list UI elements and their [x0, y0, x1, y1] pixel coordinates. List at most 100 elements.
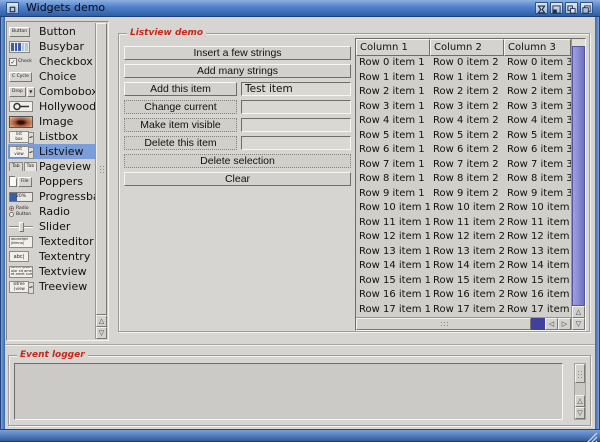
table-cell[interactable]: Row 6 item 1: [356, 143, 430, 158]
make-item-visible-button[interactable]: Make item visible: [124, 118, 237, 132]
resize-gadget[interactable]: [582, 429, 598, 440]
titlebar[interactable]: Widgets demo: [0, 0, 600, 17]
table-cell[interactable]: Row 10 item 2: [430, 201, 504, 216]
event-logger-scrollbar[interactable]: △ ▽: [574, 363, 586, 420]
event-logger-scroll-thumb[interactable]: [575, 364, 585, 383]
sidebar-item-checkbox[interactable]: ✓CheckCheckbox: [8, 54, 96, 69]
table-cell[interactable]: Row 0 item 2: [430, 56, 504, 71]
table-cell[interactable]: Row 3 item 2: [430, 100, 504, 115]
table-cell[interactable]: Row 17 item 1: [356, 303, 430, 318]
sidebar-item-listview[interactable]: listview▴▾Listview: [8, 144, 96, 159]
table-cell[interactable]: Row 3 item 1: [356, 100, 430, 115]
add-this-item-entry[interactable]: [241, 82, 351, 96]
event-logger-scroll-track[interactable]: [575, 364, 585, 395]
table-cell[interactable]: Row 8 item 3: [504, 172, 571, 187]
sidebar-item-poppers[interactable]: FilePoppers: [8, 174, 96, 189]
iconify-gadget[interactable]: [535, 2, 548, 14]
window-border-bottom[interactable]: [0, 429, 600, 442]
sidebar-item-texteditor[interactable]: abcdefghijklmno|Texteditor: [8, 234, 96, 249]
sidebar-item-combobox[interactable]: Drop▼Combobox: [8, 84, 96, 99]
table-cell[interactable]: Row 0 item 3: [504, 56, 571, 71]
change-current-entry[interactable]: [241, 100, 351, 114]
make-item-visible-entry[interactable]: [241, 118, 351, 132]
widget-list-scroll-up-button[interactable]: △: [96, 315, 107, 327]
snapshot-gadget[interactable]: [550, 2, 563, 14]
table-cell[interactable]: Row 4 item 2: [430, 114, 504, 129]
change-current-button[interactable]: Change current: [124, 100, 237, 114]
table-cell[interactable]: Row 16 item 1: [356, 288, 430, 303]
listview-hscroll-track[interactable]: [531, 318, 545, 330]
table-cell[interactable]: Row 11 item 2: [430, 216, 504, 231]
table-cell[interactable]: Row 7 item 2: [430, 158, 504, 173]
close-gadget[interactable]: [6, 2, 19, 14]
table-cell[interactable]: Row 6 item 3: [504, 143, 571, 158]
table-cell[interactable]: Row 1 item 1: [356, 71, 430, 86]
sidebar-item-busybar[interactable]: Busybar: [8, 39, 96, 54]
table-cell[interactable]: Row 12 item 1: [356, 230, 430, 245]
depth-gadget[interactable]: [580, 2, 593, 14]
event-logger-scroll-up-button[interactable]: △: [575, 395, 585, 407]
widget-list-scroll-thumb[interactable]: [96, 23, 107, 315]
table-cell[interactable]: Row 9 item 3: [504, 187, 571, 202]
table-cell[interactable]: Row 7 item 1: [356, 158, 430, 173]
table-cell[interactable]: Row 13 item 1: [356, 245, 430, 260]
table-cell[interactable]: Row 5 item 2: [430, 129, 504, 144]
event-logger-scroll-down-button[interactable]: ▽: [575, 407, 585, 419]
sidebar-item-treeview[interactable]: ⊞tree├view▴▾Treeview: [8, 279, 96, 294]
widget-list-scroll-down-button[interactable]: ▽: [96, 327, 107, 339]
listview-vscrollbar[interactable]: △ ▽: [571, 39, 585, 330]
clear-button[interactable]: Clear: [124, 172, 351, 186]
table-cell[interactable]: Row 14 item 3: [504, 259, 571, 274]
table-cell[interactable]: Row 13 item 2: [430, 245, 504, 260]
table-cell[interactable]: Row 3 item 3: [504, 100, 571, 115]
table-cell[interactable]: Row 12 item 3: [504, 230, 571, 245]
insert-a-few-strings-button[interactable]: Insert a few strings: [124, 46, 351, 60]
delete-this-item-button[interactable]: Delete this item: [124, 136, 237, 150]
listview-scroll-up-button[interactable]: △: [572, 306, 585, 318]
sidebar-item-listbox[interactable]: listbox▴▾Listbox: [8, 129, 96, 144]
table-cell[interactable]: Row 8 item 2: [430, 172, 504, 187]
table-cell[interactable]: Row 10 item 1: [356, 201, 430, 216]
table-cell[interactable]: Row 2 item 1: [356, 85, 430, 100]
column-header-3[interactable]: Column 3: [504, 39, 571, 56]
table-cell[interactable]: Row 15 item 2: [430, 274, 504, 289]
table-cell[interactable]: Row 8 item 1: [356, 172, 430, 187]
listview-scroll-down-button[interactable]: ▽: [572, 318, 585, 330]
listview-hscroll-thumb[interactable]: [356, 318, 531, 330]
table-cell[interactable]: Row 16 item 3: [504, 288, 571, 303]
table-cell[interactable]: Row 7 item 3: [504, 158, 571, 173]
listview-vscroll-track[interactable]: [572, 39, 585, 306]
add-this-item-button[interactable]: Add this item: [124, 82, 237, 96]
sidebar-item-button[interactable]: ButtonButton: [8, 24, 96, 39]
table-cell[interactable]: Row 1 item 2: [430, 71, 504, 86]
widget-list-scroll-track[interactable]: [96, 23, 107, 315]
widget-list-scrollbar[interactable]: △ ▽: [95, 23, 107, 339]
table-cell[interactable]: Row 2 item 2: [430, 85, 504, 100]
sidebar-item-hollywood[interactable]: Hollywood: [8, 99, 96, 114]
sidebar-item-textentry[interactable]: abc|Textentry: [8, 249, 96, 264]
table-cell[interactable]: Row 14 item 1: [356, 259, 430, 274]
table-cell[interactable]: Row 10 item 3: [504, 201, 571, 216]
add-many-strings-button[interactable]: Add many strings: [124, 64, 351, 78]
zoom-gadget[interactable]: [565, 2, 578, 14]
sidebar-item-pageview[interactable]: TabTabPageview: [8, 159, 96, 174]
sidebar-item-choice[interactable]: C CycleChoice: [8, 69, 96, 84]
listview-scroll-right-button[interactable]: ▷: [558, 318, 571, 330]
listview-scroll-left-button[interactable]: ◁: [545, 318, 558, 330]
table-cell[interactable]: Row 5 item 1: [356, 129, 430, 144]
sidebar-item-textview[interactable]: lorem ipsum dolor sit ametet amet sumTex…: [8, 264, 96, 279]
listview-vscroll-thumb[interactable]: [572, 46, 585, 306]
delete-selection-button[interactable]: Delete selection: [124, 154, 351, 168]
table-cell[interactable]: Row 1 item 3: [504, 71, 571, 86]
column-header-1[interactable]: Column 1: [356, 39, 430, 56]
event-logger-view[interactable]: [14, 363, 563, 420]
sidebar-item-progressbar[interactable]: 20%Progressbar: [8, 189, 96, 204]
table-cell[interactable]: Row 5 item 3: [504, 129, 571, 144]
table-cell[interactable]: Row 17 item 3: [504, 303, 571, 318]
sidebar-item-image[interactable]: Image: [8, 114, 96, 129]
table-cell[interactable]: Row 12 item 2: [430, 230, 504, 245]
table-cell[interactable]: Row 2 item 3: [504, 85, 571, 100]
listview-hscrollbar[interactable]: ◁ ▷: [356, 317, 571, 330]
delete-this-item-entry[interactable]: [241, 136, 351, 150]
table-cell[interactable]: Row 11 item 3: [504, 216, 571, 231]
